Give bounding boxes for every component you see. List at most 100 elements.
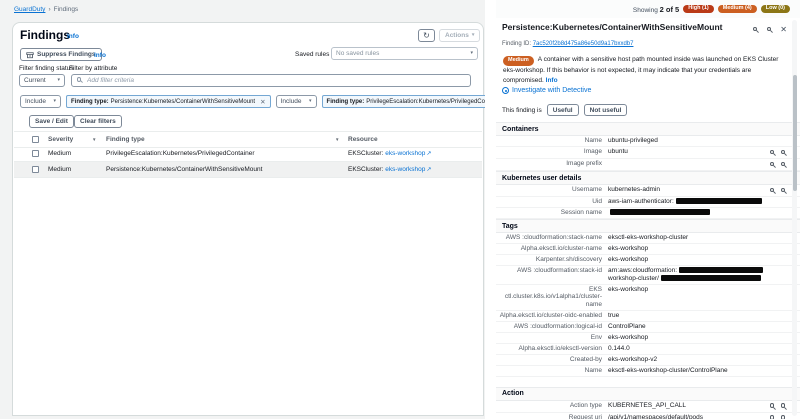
row-checkbox[interactable] (32, 150, 39, 157)
suppress-info-link[interactable]: Info (94, 52, 106, 59)
zoom-out-icon[interactable] (766, 26, 774, 34)
column-severity[interactable]: Severity (48, 136, 73, 143)
feedback-row: This finding is Useful Not useful (502, 104, 627, 116)
tag-label: EKS ctl.cluster.k8s.io/v1alpha1/cluster-… (496, 286, 602, 309)
finding-type-sort-icon[interactable]: ▼ (335, 137, 339, 142)
severity-sort-icon[interactable]: ▼ (92, 137, 96, 142)
saved-rules-value: No saved rules (336, 50, 379, 57)
filter-out-icon[interactable] (780, 187, 788, 195)
select-all-checkbox[interactable] (32, 136, 39, 143)
tag-value: eksctl-eks-workshop-cluster (608, 234, 766, 242)
filter-token-sensitive-mount[interactable]: Finding type: Persistence:Kubernetes/Con… (66, 95, 271, 108)
medium-severity-badge[interactable]: Medium (4) (718, 5, 757, 14)
row-label: Image prefix (496, 160, 602, 168)
filter-out-icon[interactable] (780, 149, 788, 157)
actions-button-label: Actions (445, 32, 469, 39)
chevron-down-icon: ▾ (472, 33, 475, 38)
suppress-findings-label: Suppress Findings (37, 51, 96, 58)
detail-row-action-type: Action type KUBERNETES_API_CALL (496, 401, 800, 413)
tag-label: Alpha.eksctl.io/eksctl-version (496, 345, 602, 353)
filter-in-icon[interactable] (769, 161, 777, 169)
tag-value: eks-workshop (608, 286, 766, 294)
breadcrumb-separator: › (48, 6, 50, 13)
token-key: Finding type: (71, 99, 109, 105)
title-info-link[interactable]: Info (67, 33, 79, 40)
table-row[interactable]: Medium Persistence:Kubernetes/ContainerW… (14, 162, 482, 178)
row-checkbox[interactable] (32, 166, 39, 173)
suppress-findings-button[interactable]: Suppress Findings (20, 48, 102, 61)
finding-id-link[interactable]: 7ac520f2b8d475a86e50d9a17bxxdb7 (533, 41, 634, 47)
filter-in-icon[interactable] (769, 403, 777, 411)
resource-link[interactable]: eks-workshop (385, 150, 425, 157)
finding-id-label: Finding ID: (502, 41, 531, 47)
description-info-link[interactable]: Info (546, 77, 558, 84)
detail-scrollbar[interactable] (792, 20, 797, 416)
token-value: Persistence:Kubernetes/ContainerWithSens… (111, 99, 255, 105)
tag-value: eks-workshop (608, 334, 766, 342)
row-value: ubuntu-privileged (608, 137, 766, 145)
row-label: Session name (496, 209, 602, 217)
tag-row: EKS ctl.cluster.k8s.io/v1alpha1/cluster-… (496, 285, 800, 311)
row-value: /api/v1/namespaces/default/pods (608, 414, 766, 419)
resource-type: EKSCluster: (348, 150, 383, 157)
filter-out-icon[interactable] (780, 415, 788, 419)
detail-row-image-prefix: Image prefix (496, 159, 800, 171)
investigate-with-detective-link[interactable]: Investigate with Detective (512, 87, 591, 94)
external-link-icon[interactable]: ↗ (426, 167, 431, 173)
refresh-button[interactable]: ↻ (418, 29, 435, 42)
tag-row: Env eks-workshop (496, 333, 800, 344)
tag-value: 0.144.0 (608, 345, 766, 353)
resource-link[interactable]: eks-workshop (385, 166, 425, 173)
filter-in-icon[interactable] (769, 187, 777, 195)
resource-cell: EKSCluster: eks-workshop↗ (348, 166, 431, 173)
breadcrumb-guardduty-link[interactable]: GuardDuty (14, 6, 45, 13)
detail-row-image: Image ubuntu (496, 147, 800, 159)
remove-token-icon[interactable]: ✕ (260, 98, 265, 106)
token-value: PrivilegeEscalation:Kubernetes/Privilege… (366, 99, 503, 105)
resource-type: EKSCluster: (348, 166, 383, 173)
filter-in-icon[interactable] (769, 149, 777, 157)
clear-filters-label: Clear filters (80, 118, 116, 125)
table-row[interactable]: Medium PrivilegeEscalation:Kubernetes/Pr… (14, 146, 482, 162)
include-operator-select-2[interactable]: Include ▾ (276, 95, 317, 108)
filter-search-input[interactable] (87, 77, 466, 84)
detail-row-username: Username kubernetes-admin (496, 185, 800, 197)
not-useful-button[interactable]: Not useful (584, 104, 628, 116)
save-edit-label: Save / Edit (35, 118, 68, 125)
filter-out-icon[interactable] (780, 161, 788, 169)
useful-button[interactable]: Useful (547, 104, 579, 116)
low-severity-badge[interactable]: Low (0) (761, 5, 790, 14)
zoom-in-icon[interactable] (752, 26, 760, 34)
row-value: ubuntu (608, 148, 766, 156)
page-title: Findings (20, 28, 70, 42)
redacted-value (679, 267, 763, 273)
clear-filters-button[interactable]: Clear filters (74, 115, 122, 128)
tag-value: arn:aws:cloudformation: workshop-cluster… (608, 267, 766, 283)
filter-out-icon[interactable] (780, 403, 788, 411)
filter-search-box (71, 74, 471, 87)
finding-id-row: Finding ID: 7ac520f2b8d475a86e50d9a17bxx… (502, 41, 633, 47)
save-edit-button[interactable]: Save / Edit (29, 115, 74, 128)
detective-icon (502, 87, 509, 94)
close-icon[interactable]: ✕ (780, 26, 787, 34)
scrollbar-thumb[interactable] (793, 75, 797, 191)
tag-row: Alpha.eksctl.io/eksctl-version 0.144.0 (496, 344, 800, 355)
external-link-icon[interactable]: ↗ (426, 151, 431, 157)
saved-rules-select[interactable]: No saved rules ▾ (331, 47, 478, 60)
high-severity-badge[interactable]: High (1) (683, 5, 713, 14)
include-operator-select-1[interactable]: Include ▾ (20, 95, 61, 108)
row-label: Name (496, 137, 602, 145)
description-text: A container with a sensitive host path m… (503, 56, 778, 84)
refresh-icon: ↻ (423, 31, 430, 40)
column-finding-type[interactable]: Finding type (106, 136, 145, 143)
tag-value: true (608, 312, 766, 320)
actions-button[interactable]: Actions ▾ (439, 29, 480, 42)
finding-title: Persistence:Kubernetes/ContainerWithSens… (502, 22, 734, 32)
filter-in-icon[interactable] (769, 415, 777, 419)
tag-value: eks-workshop-v2 (608, 356, 766, 364)
column-resource[interactable]: Resource (348, 136, 378, 143)
finding-status-select[interactable]: Current ▾ (19, 74, 65, 87)
showing-count: 2 of 5 (660, 5, 680, 14)
guardduty-console: GuardDuty › Findings Findings Info ↻ Act… (0, 0, 800, 419)
detail-row-uid: Uid aws-iam-authenticator: (496, 197, 800, 208)
